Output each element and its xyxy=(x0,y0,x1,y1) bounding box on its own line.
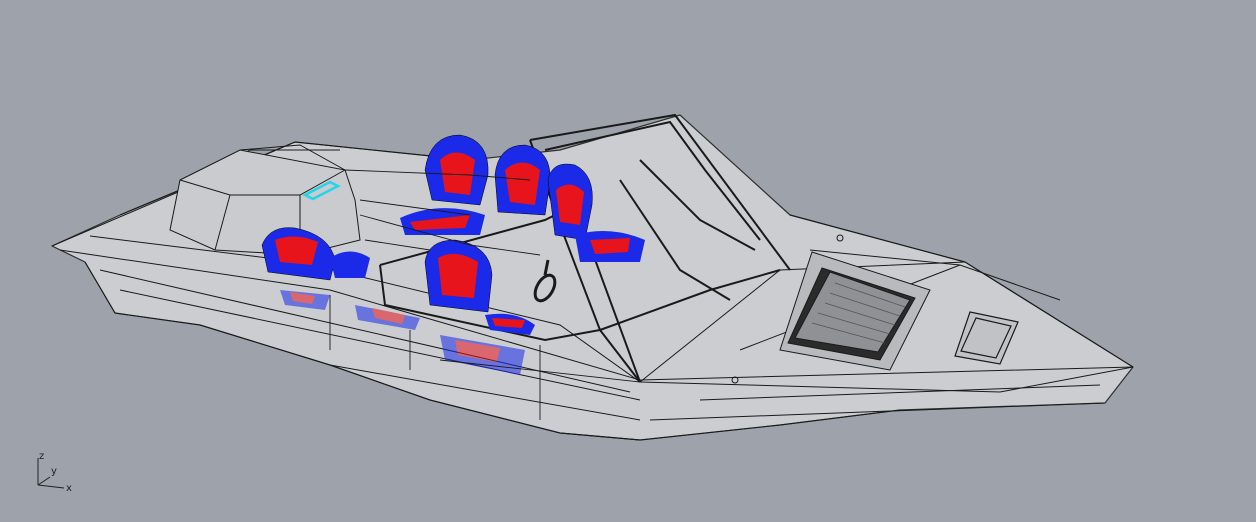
axis-gizmo: z y x xyxy=(30,450,80,500)
axis-z-label: z xyxy=(39,451,45,462)
axis-y-label: y xyxy=(51,466,57,477)
boat-model[interactable] xyxy=(0,0,1256,522)
axis-x-label: x xyxy=(66,483,72,494)
seat xyxy=(494,144,551,216)
3d-viewport[interactable]: z y x xyxy=(0,0,1256,522)
